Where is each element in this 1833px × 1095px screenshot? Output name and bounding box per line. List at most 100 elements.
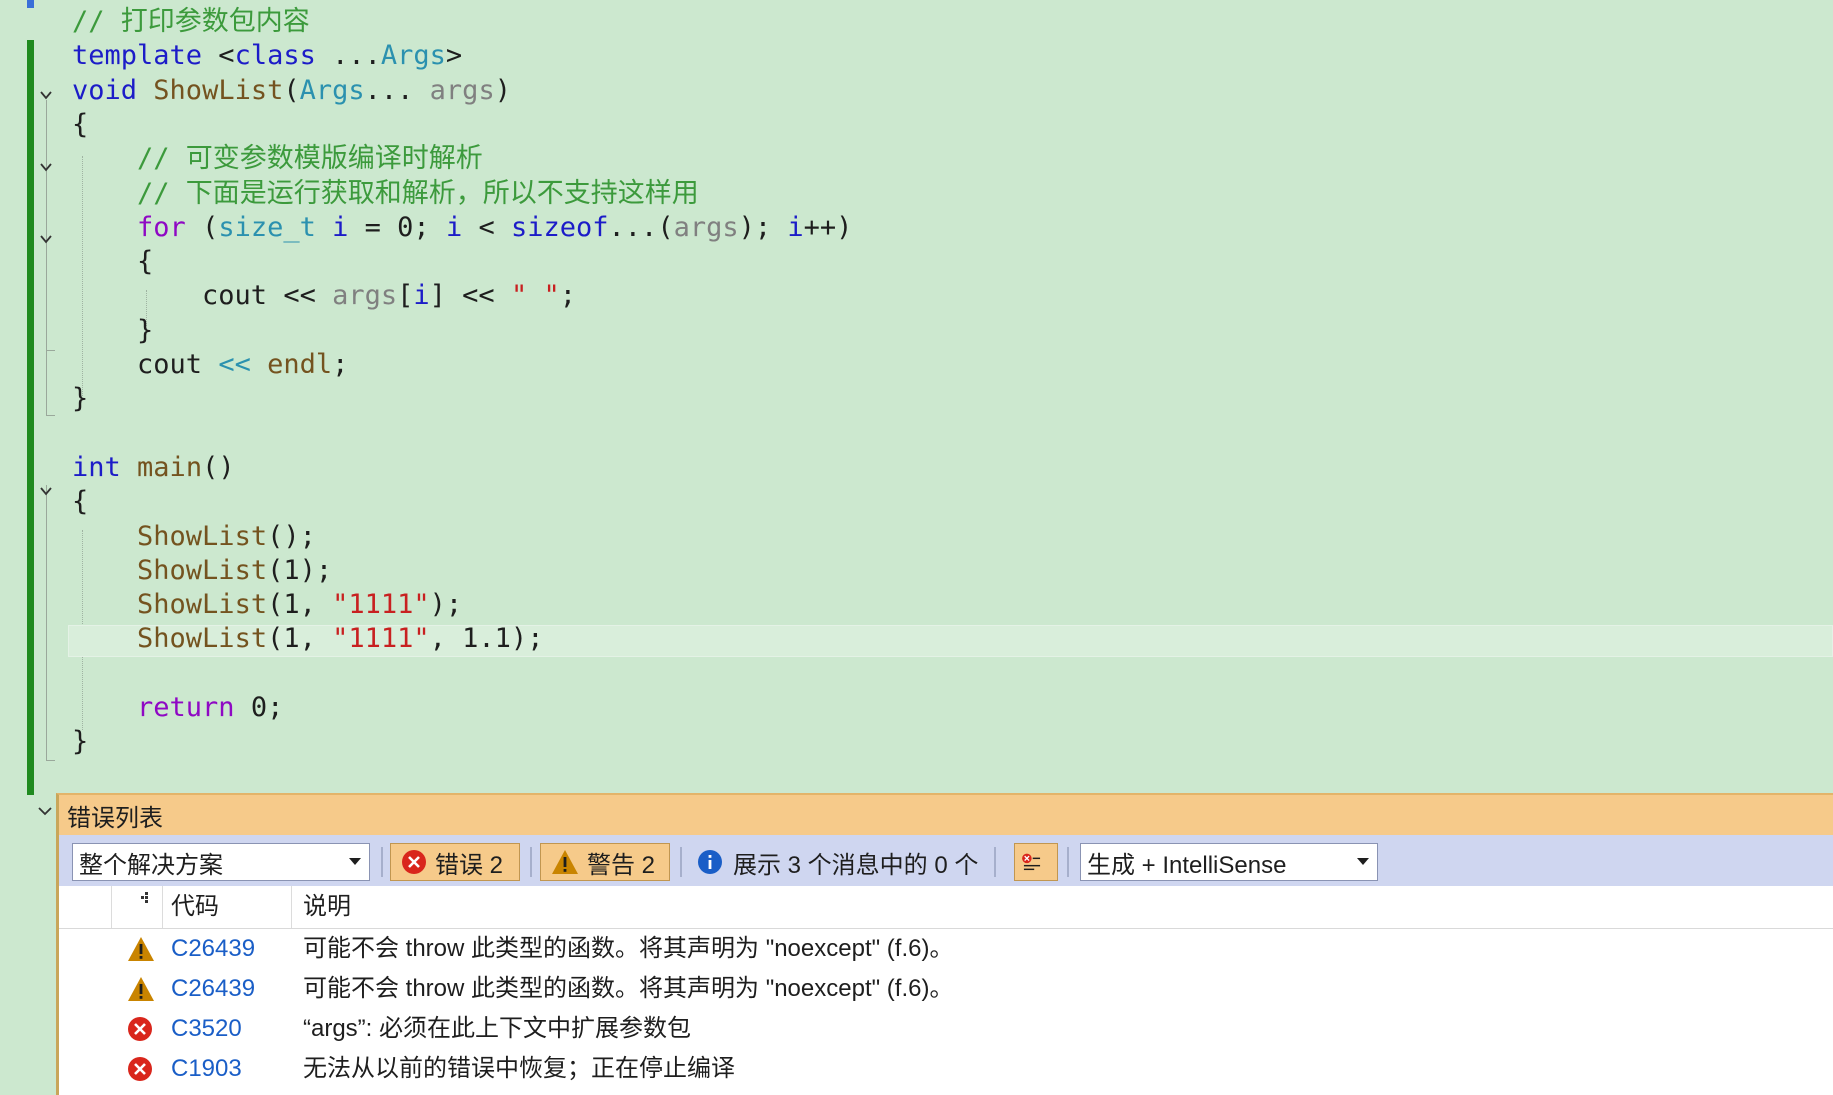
code-token: << [218,349,251,380]
code-line[interactable]: { [72,108,88,142]
description-column-header[interactable]: 说明 [303,886,351,928]
code-token: size_t [218,211,316,243]
code-token: ); [738,211,788,243]
code-token: } [72,383,89,415]
error-description: “args”: 必须在此上下文中扩展参数包 [303,1015,692,1042]
code-line[interactable]: int main() [72,451,235,485]
toolbar-separator [680,847,682,877]
code-token: 0; [234,692,284,723]
code-line[interactable]: ShowList(1); [72,554,332,588]
code-token: } [72,726,89,758]
fold-toggle-main[interactable] [37,482,55,500]
code-token: i [413,280,430,312]
code-line[interactable]: cout << endl; [72,348,348,382]
code-token: () [202,451,235,483]
fold-outline [46,485,47,760]
code-line[interactable]: template <class ...Args> [72,39,462,73]
code-token: "1111" [332,623,430,655]
warning-icon [552,850,578,874]
code-token: (1); [267,554,333,586]
error-list-row[interactable]: C3520 “args”: 必须在此上下文中扩展参数包 [59,1009,1833,1049]
code-token: args [332,280,398,312]
chevron-down-icon [40,487,52,496]
error-list-row[interactable]: C26439 可能不会 throw 此类型的函数。将其声明为 "noexcept"… [59,969,1833,1009]
code-line[interactable]: } [72,725,88,759]
error-list-row[interactable]: C1903 无法从以前的错误中恢复；正在停止编译 [59,1049,1833,1089]
error-code-link[interactable]: C3520 [171,1009,242,1049]
chevron-down-icon [38,807,52,816]
errors-filter-toggle[interactable]: 错误 2 [390,843,520,881]
error-list-row[interactable]: C26439 可能不会 throw 此类型的函数。将其声明为 "noexcept"… [59,929,1833,969]
error-code-link[interactable]: C26439 [171,969,255,1009]
code-line[interactable]: // 下面是运行获取和解析，所以不支持这样用 [72,177,699,211]
code-token: args [673,211,739,243]
error-list-toolbar: 整个解决方案 错误 2 警告 2 展示 3 个消息中的 0 个 生成 + Int… [59,835,1833,886]
code-token: class [234,40,316,72]
code-line[interactable]: ShowList(); [72,520,316,554]
fold-toggle-for[interactable] [37,230,55,248]
code-token: // 下面是运行获取和解析，所以不支持这样用 [72,177,699,209]
code-token: ShowList [137,520,268,552]
code-token: i [445,211,463,243]
filter-current-document-button[interactable] [1014,843,1058,881]
code-line[interactable]: ShowList(1, "1111", 1.1); [72,622,543,656]
error-description: 可能不会 throw 此类型的函数。将其声明为 "noexcept" (f.6)… [303,975,954,1002]
code-token: i [787,211,804,243]
code-line[interactable]: } [72,314,153,348]
scope-dropdown-value: 整个解决方案 [79,851,223,879]
code-line[interactable]: return 0; [72,691,283,725]
panel-collapse-toggle[interactable] [36,802,54,820]
dropdown-arrow-icon [1357,858,1369,865]
code-token: (1, [267,589,333,621]
code-token: endl [267,349,333,380]
fold-toggle-showlist[interactable] [37,86,55,104]
change-marker [27,0,34,8]
code-line[interactable]: { [72,245,153,279]
code-token: // 打印参数包内容 [72,6,310,37]
code-line[interactable]: cout << args[i] << " "; [72,279,576,313]
code-token: " " [510,280,560,312]
build-filter-dropdown[interactable]: 生成 + IntelliSense [1080,843,1378,881]
toolbar-separator [1067,847,1069,877]
code-line[interactable]: ShowList(1, "1111"); [72,588,462,622]
code-token: cout [72,349,219,380]
messages-filter-toggle[interactable]: 展示 3 个消息中的 0 个 [693,843,982,881]
code-token: Args [299,74,365,106]
fold-outline-end [46,415,55,416]
warnings-filter-toggle[interactable]: 警告 2 [540,843,670,881]
code-token: { [72,108,89,140]
error-icon [402,850,426,874]
code-token: ... [364,74,430,106]
code-token: for [137,211,186,243]
code-token: < [202,40,235,72]
code-line[interactable]: // 打印参数包内容 [72,5,310,39]
error-description: 可能不会 throw 此类型的函数。将其声明为 "noexcept" (f.6)… [303,935,954,962]
error-code-link[interactable]: C1903 [171,1049,242,1089]
code-line[interactable]: } [72,382,88,416]
warning-icon [127,976,154,1002]
code-line[interactable]: // 可变参数模版编译时解析 [72,142,483,176]
code-line[interactable]: for (size_t i = 0; i < sizeof...(args); … [72,211,852,245]
code-line[interactable]: void ShowList(Args... args) [72,74,511,108]
toolbar-separator [994,847,996,877]
change-bar [27,40,34,795]
code-line[interactable]: { [72,485,88,519]
code-token: ); [429,589,463,621]
error-code-link[interactable]: C26439 [171,929,255,969]
code-column-header[interactable]: 代码 [171,886,219,928]
messages-count-label: 展示 3 个消息中的 0 个 [733,851,979,879]
errors-count-label: 错误 2 [435,851,504,879]
error-list-header: 错误列表 [59,795,1833,835]
scope-dropdown[interactable]: 整个解决方案 [72,843,370,881]
filter-errors-icon [1022,853,1041,871]
fold-outline-end [46,350,55,351]
code-token: ; [332,349,349,380]
sort-indicator-icon [141,892,148,903]
fold-toggle-comment[interactable] [37,158,55,176]
code-token: ; [559,280,576,312]
code-editor[interactable]: // 打印参数包内容 template <class ...Args> void S… [0,0,1833,800]
